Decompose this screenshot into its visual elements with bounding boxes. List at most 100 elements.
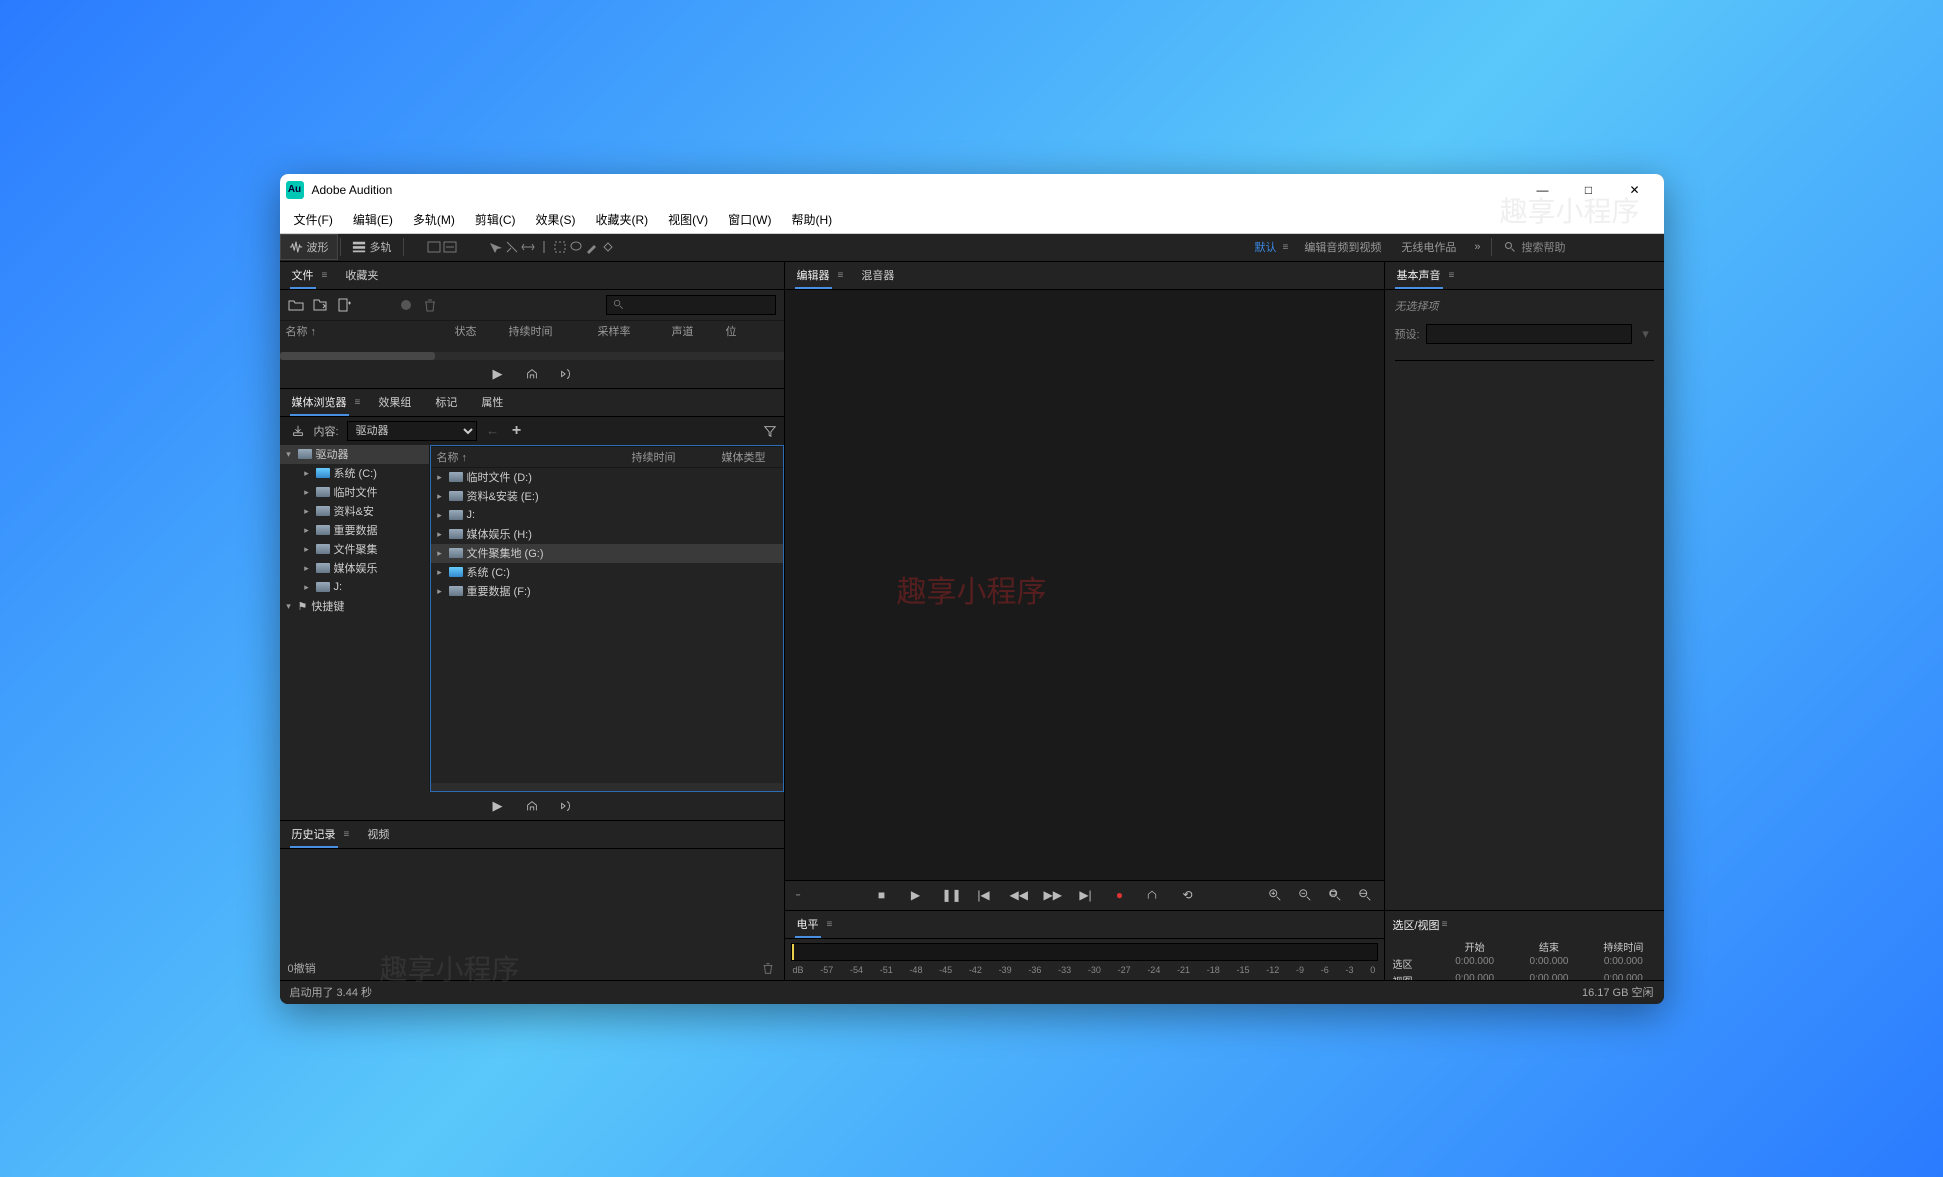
tab-effects-rack[interactable]: 效果组 bbox=[366, 388, 423, 416]
spectral-pitch-icon[interactable] bbox=[442, 239, 458, 255]
col-channels[interactable]: 声道 bbox=[672, 323, 722, 339]
new-file-icon[interactable] bbox=[336, 297, 352, 313]
files-hscroll[interactable] bbox=[280, 352, 784, 360]
time-selection-icon[interactable] bbox=[536, 239, 552, 255]
list-item[interactable]: ▸文件聚集地 (G:) bbox=[431, 544, 783, 563]
sv-selection-start[interactable]: 0:00.000 bbox=[1443, 956, 1507, 971]
tab-properties[interactable]: 属性 bbox=[469, 388, 515, 416]
tab-levels[interactable]: 电平 bbox=[785, 910, 831, 938]
export-icon[interactable] bbox=[1146, 889, 1162, 901]
tab-files[interactable]: 文件 bbox=[280, 261, 326, 289]
content-select[interactable]: 驱动器 bbox=[347, 421, 477, 441]
mode-multitrack-button[interactable]: 多轨 bbox=[343, 234, 401, 260]
zoom-in-icon[interactable] bbox=[1268, 888, 1284, 902]
tree-row[interactable]: ▸资料&安 bbox=[280, 502, 429, 521]
heal-tool-icon[interactable] bbox=[600, 239, 616, 255]
tree-row-drives[interactable]: ▾驱动器 bbox=[280, 445, 429, 464]
import-icon[interactable] bbox=[312, 297, 328, 313]
list-item[interactable]: ▸J: bbox=[431, 506, 783, 525]
mode-waveform-button[interactable]: 波形 bbox=[280, 234, 338, 260]
ingest-icon[interactable] bbox=[290, 423, 306, 439]
trash-icon[interactable] bbox=[422, 297, 438, 313]
export-icon[interactable] bbox=[524, 798, 540, 814]
loop-icon[interactable]: ⟲ bbox=[1180, 888, 1196, 902]
trash-icon[interactable] bbox=[760, 960, 776, 976]
list-item[interactable]: ▸系统 (C:) bbox=[431, 563, 783, 582]
tab-video[interactable]: 视频 bbox=[355, 820, 401, 848]
menu-edit[interactable]: 编辑(E) bbox=[343, 207, 403, 232]
col-duration[interactable]: 持续时间 bbox=[509, 323, 594, 339]
play-icon[interactable]: ▶ bbox=[490, 798, 506, 814]
maximize-button[interactable]: □ bbox=[1566, 174, 1612, 206]
marquee-tool-icon[interactable] bbox=[552, 239, 568, 255]
menu-window[interactable]: 窗口(W) bbox=[718, 207, 781, 232]
tab-media-browser[interactable]: 媒体浏览器 bbox=[280, 388, 359, 416]
col-status[interactable]: 状态 bbox=[455, 323, 505, 339]
add-shortcut-icon[interactable]: + bbox=[509, 423, 525, 439]
auto-play-icon[interactable] bbox=[558, 798, 574, 814]
pause-icon[interactable]: ❚❚ bbox=[942, 888, 958, 902]
back-icon[interactable]: ← bbox=[485, 423, 501, 439]
list-item[interactable]: ▸重要数据 (F:) bbox=[431, 582, 783, 601]
preset-select[interactable] bbox=[1426, 324, 1632, 344]
col-media-type[interactable]: 媒体类型 bbox=[722, 449, 766, 465]
menu-view[interactable]: 视图(V) bbox=[658, 207, 718, 232]
skip-start-icon[interactable]: |◀ bbox=[976, 888, 992, 902]
minimize-button[interactable]: — bbox=[1520, 174, 1566, 206]
editor-body[interactable] bbox=[785, 290, 1384, 880]
move-tool-icon[interactable] bbox=[488, 239, 504, 255]
tab-editor[interactable]: 编辑器 bbox=[785, 261, 842, 289]
sv-selection-dur[interactable]: 0:00.000 bbox=[1591, 956, 1655, 971]
col-samplerate[interactable]: 采样率 bbox=[598, 323, 668, 339]
rewind-icon[interactable]: ◀◀ bbox=[1010, 888, 1026, 902]
tab-history[interactable]: 历史记录 bbox=[280, 820, 348, 848]
list-item[interactable]: ▸资料&安装 (E:) bbox=[431, 487, 783, 506]
preset-menu-icon[interactable]: ▾ bbox=[1638, 326, 1654, 342]
workspace-radio[interactable]: 无线电作品 bbox=[1391, 235, 1466, 259]
auto-play-icon[interactable] bbox=[558, 366, 574, 382]
menu-clip[interactable]: 剪辑(C) bbox=[465, 207, 526, 232]
lasso-tool-icon[interactable] bbox=[568, 239, 584, 255]
tree-row[interactable]: ▸系统 (C:) bbox=[280, 464, 429, 483]
stop-icon[interactable]: ■ bbox=[874, 888, 890, 902]
record-icon[interactable] bbox=[398, 297, 414, 313]
record-icon[interactable]: ● bbox=[1112, 888, 1128, 902]
workspace-audio-to-video[interactable]: 编辑音频到视频 bbox=[1294, 235, 1391, 259]
play-icon[interactable]: ▶ bbox=[908, 888, 924, 902]
tab-mixer[interactable]: 混音器 bbox=[849, 261, 906, 289]
slip-tool-icon[interactable] bbox=[520, 239, 536, 255]
workspace-default[interactable]: 默认 bbox=[1245, 235, 1287, 259]
fast-forward-icon[interactable]: ▶▶ bbox=[1044, 888, 1060, 902]
zoom-out-icon[interactable] bbox=[1298, 888, 1314, 902]
tree-row[interactable]: ▸J: bbox=[280, 578, 429, 597]
folder-open-icon[interactable] bbox=[288, 297, 304, 313]
media-hscroll[interactable] bbox=[431, 783, 783, 791]
zoom-full-icon[interactable] bbox=[1358, 888, 1374, 902]
tree-row-shortcuts[interactable]: ▾⚑快捷键 bbox=[280, 597, 429, 616]
tree-row[interactable]: ▸文件聚集 bbox=[280, 540, 429, 559]
tree-row[interactable]: ▸重要数据 bbox=[280, 521, 429, 540]
menu-favorites[interactable]: 收藏夹(R) bbox=[586, 207, 659, 232]
col-bitdepth[interactable]: 位 bbox=[726, 323, 737, 339]
tab-markers[interactable]: 标记 bbox=[423, 388, 469, 416]
tab-favorites[interactable]: 收藏夹 bbox=[333, 261, 390, 289]
close-button[interactable]: ✕ bbox=[1612, 174, 1658, 206]
menu-effects[interactable]: 效果(S) bbox=[526, 207, 586, 232]
tree-row[interactable]: ▸临时文件 bbox=[280, 483, 429, 502]
play-icon[interactable]: ▶ bbox=[490, 366, 506, 382]
brush-tool-icon[interactable] bbox=[584, 239, 600, 255]
list-item[interactable]: ▸媒体娱乐 (H:) bbox=[431, 525, 783, 544]
sv-selection-end[interactable]: 0:00.000 bbox=[1517, 956, 1581, 971]
export-icon[interactable] bbox=[524, 366, 540, 382]
razor-tool-icon[interactable] bbox=[504, 239, 520, 255]
tab-essential-sound[interactable]: 基本声音 bbox=[1385, 261, 1453, 289]
filter-icon[interactable] bbox=[762, 423, 778, 439]
col-name[interactable]: 名称 ↑ bbox=[286, 323, 451, 339]
list-item[interactable]: ▸临时文件 (D:) bbox=[431, 468, 783, 487]
files-search-input[interactable] bbox=[606, 295, 776, 315]
skip-end-icon[interactable]: ▶| bbox=[1078, 888, 1094, 902]
col-name[interactable]: 名称 ↑ bbox=[437, 449, 632, 465]
menu-multitrack[interactable]: 多轨(M) bbox=[403, 207, 465, 232]
spectral-frequency-icon[interactable] bbox=[426, 239, 442, 255]
zoom-fit-icon[interactable] bbox=[1328, 888, 1344, 902]
